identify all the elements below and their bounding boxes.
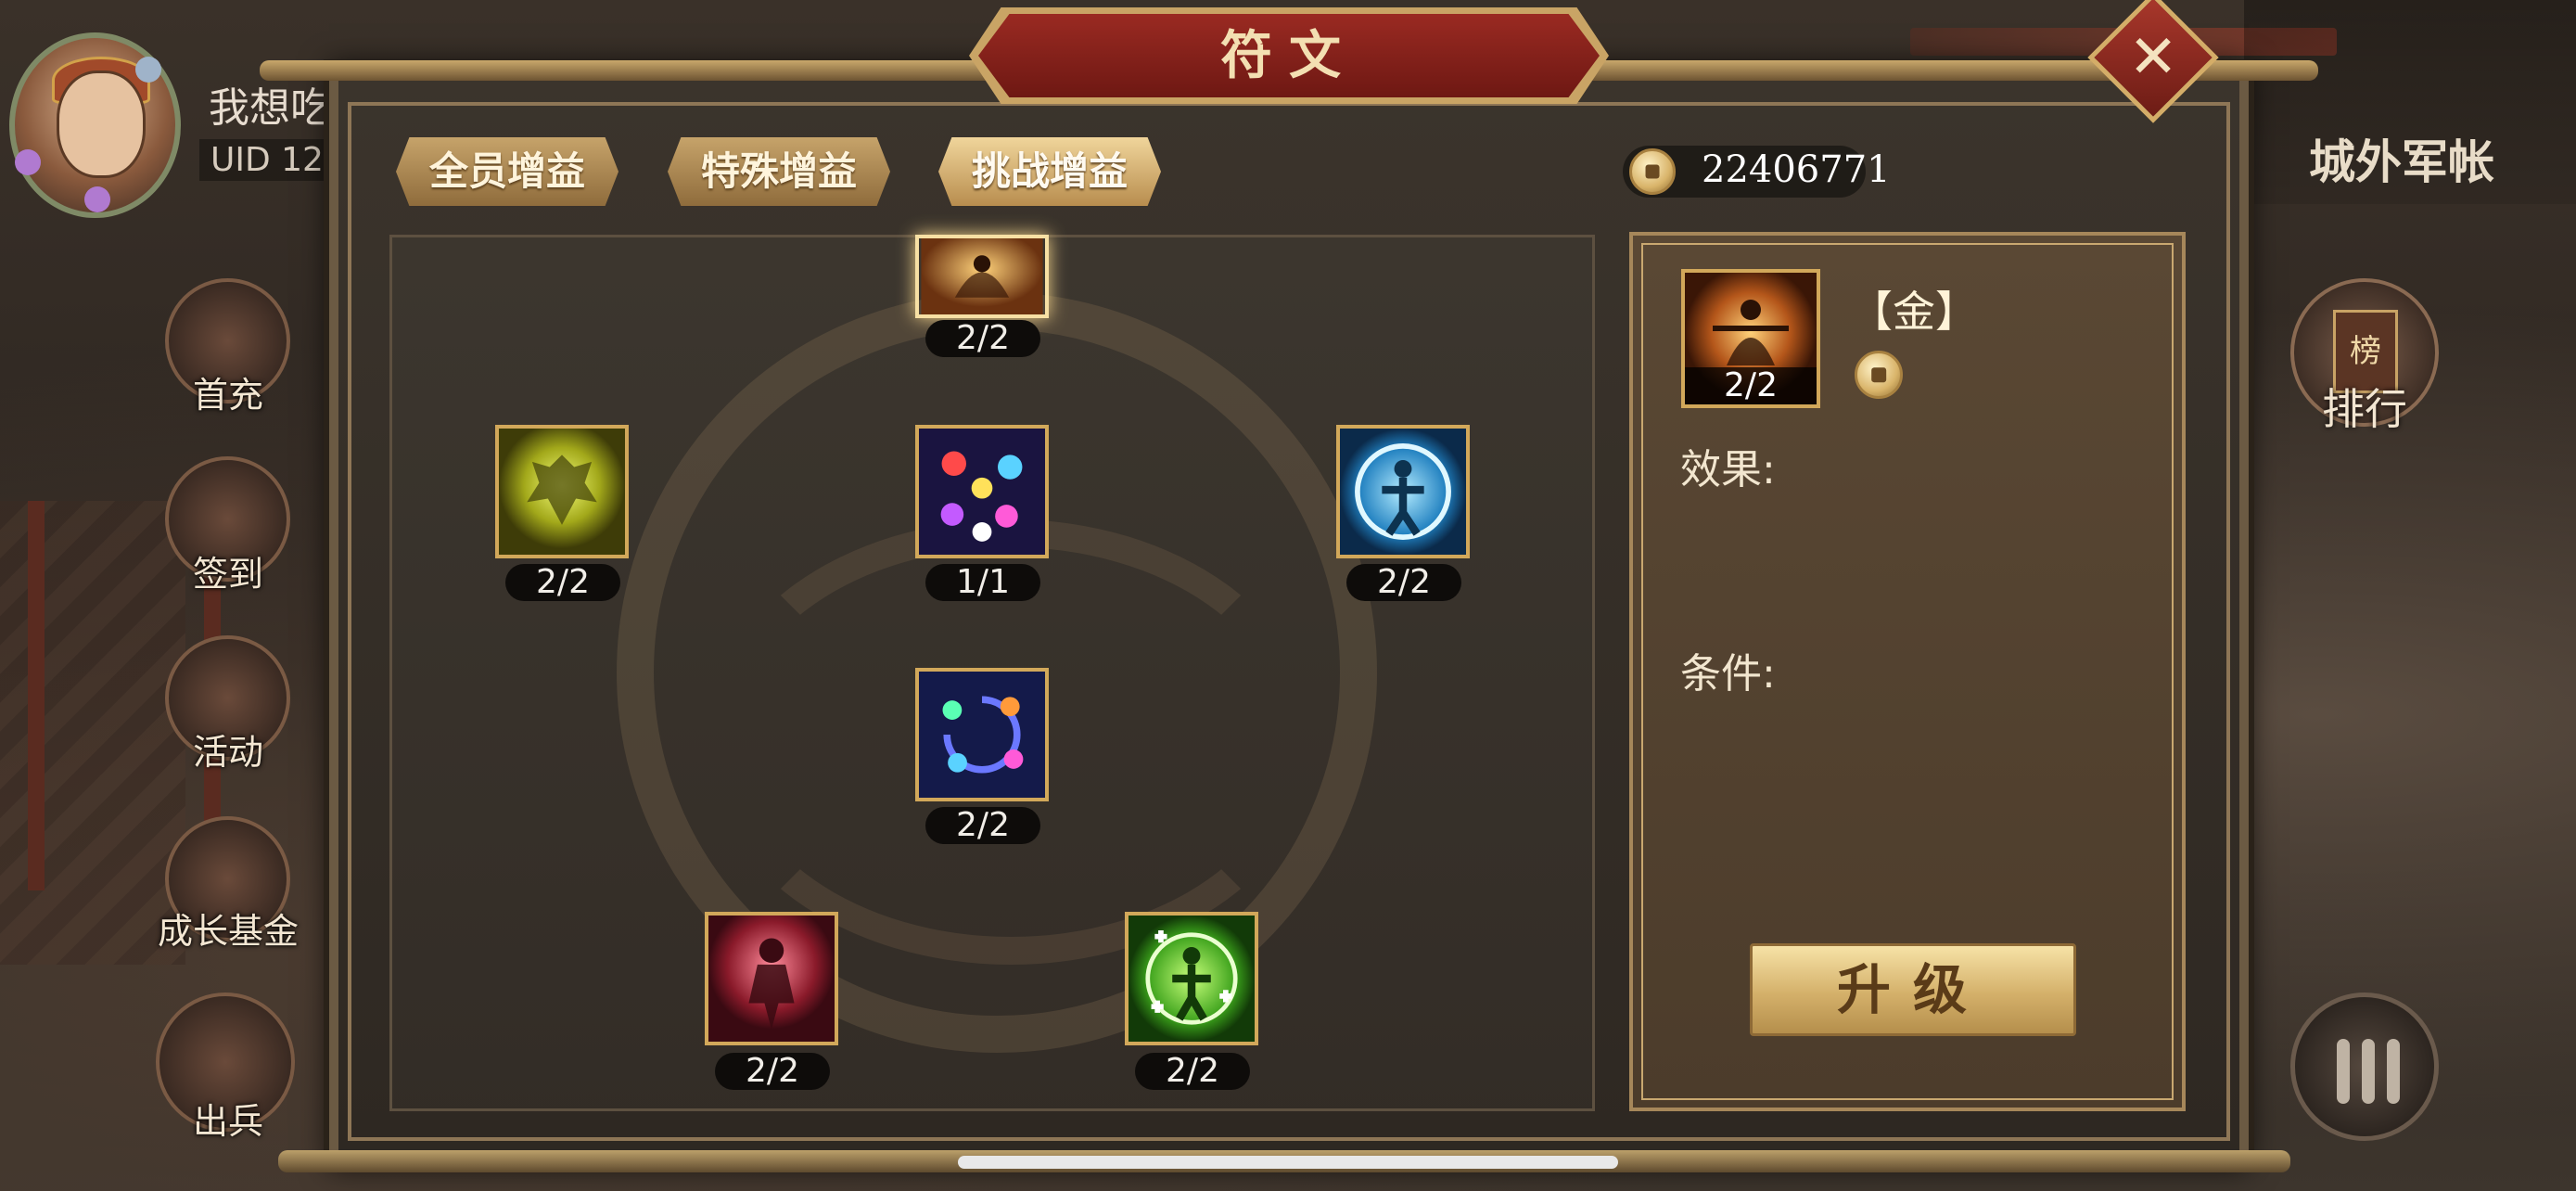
rune-progress-badge: 2/2: [925, 807, 1040, 844]
rune-node-spiral-orbs[interactable]: [915, 668, 1049, 801]
flower-decoration: [135, 57, 161, 83]
coin-icon: [1855, 351, 1903, 399]
rune-progress-badge: 1/1: [925, 564, 1040, 601]
spiral-orbs-icon: [919, 672, 1045, 798]
selected-rune-name: 【金】: [1850, 287, 1978, 337]
menu-bar-icon: [2337, 1039, 2350, 1104]
rune-progress-badge: 2/2: [715, 1053, 830, 1090]
rank-label: 排行: [2322, 384, 2407, 434]
menu-button[interactable]: [2290, 992, 2439, 1141]
home-indicator[interactable]: [958, 1156, 1618, 1169]
rune-progress-badge: 2/2: [1346, 564, 1461, 601]
effect-label: 效果:: [1680, 446, 1776, 493]
green-heal-icon: [1129, 916, 1255, 1042]
tab-special-buff[interactable]: 特殊增益: [668, 137, 890, 206]
scene-pole: [28, 501, 45, 890]
tab-challenge-buff[interactable]: 挑战增益: [938, 137, 1161, 206]
player-name: 我想吃: [209, 84, 331, 132]
sign-in-label: 签到: [192, 554, 263, 595]
rune-progress-badge: 2/2: [1135, 1053, 1250, 1090]
menu-bar-icon: [2362, 1039, 2375, 1104]
growth-fund-label: 成长基金: [157, 911, 299, 952]
tab-all-buff[interactable]: 全员增益: [396, 137, 618, 206]
star-orbs-icon: [919, 429, 1045, 555]
rune-progress-badge: 2/2: [925, 320, 1040, 357]
upgrade-button[interactable]: 升级: [1750, 943, 2076, 1036]
red-warrior-icon: [708, 916, 835, 1042]
selected-rune-progress: 2/2: [1685, 367, 1817, 404]
yellow-warrior-icon: [499, 429, 625, 555]
rune-node-green-heal[interactable]: [1125, 912, 1258, 1045]
flower-decoration: [84, 186, 110, 212]
location-title-bar: 城外军帐: [2244, 0, 2576, 204]
menu-bar-icon: [2387, 1039, 2400, 1104]
rune-progress-badge: 2/2: [505, 564, 620, 601]
rune-node-gold[interactable]: [915, 235, 1049, 318]
location-title: 城外军帐: [2309, 135, 2494, 189]
activity-label: 活动: [192, 732, 263, 773]
rune-node-yellow-warrior[interactable]: [495, 425, 629, 558]
player-avatar[interactable]: [9, 32, 181, 218]
player-uid: UID 12: [199, 139, 335, 181]
deploy-label: 出兵: [192, 1101, 263, 1142]
close-icon[interactable]: ✕: [2107, 11, 2200, 104]
avatar-face: [57, 70, 146, 178]
currency-amount: 22406771: [1702, 148, 1891, 191]
condition-label: 条件:: [1680, 650, 1776, 698]
modal-title: 符文: [1220, 25, 1358, 86]
rune-node-red-warrior[interactable]: [705, 912, 838, 1045]
first-charge-label: 首充: [192, 375, 263, 416]
rune-node-star-orbs[interactable]: [915, 425, 1049, 558]
flower-decoration: [15, 149, 41, 175]
blue-figure-icon: [1340, 429, 1466, 555]
gold-figure-icon: [921, 238, 1043, 314]
coin-icon: [1629, 148, 1676, 195]
rune-node-blue-figure[interactable]: [1336, 425, 1470, 558]
